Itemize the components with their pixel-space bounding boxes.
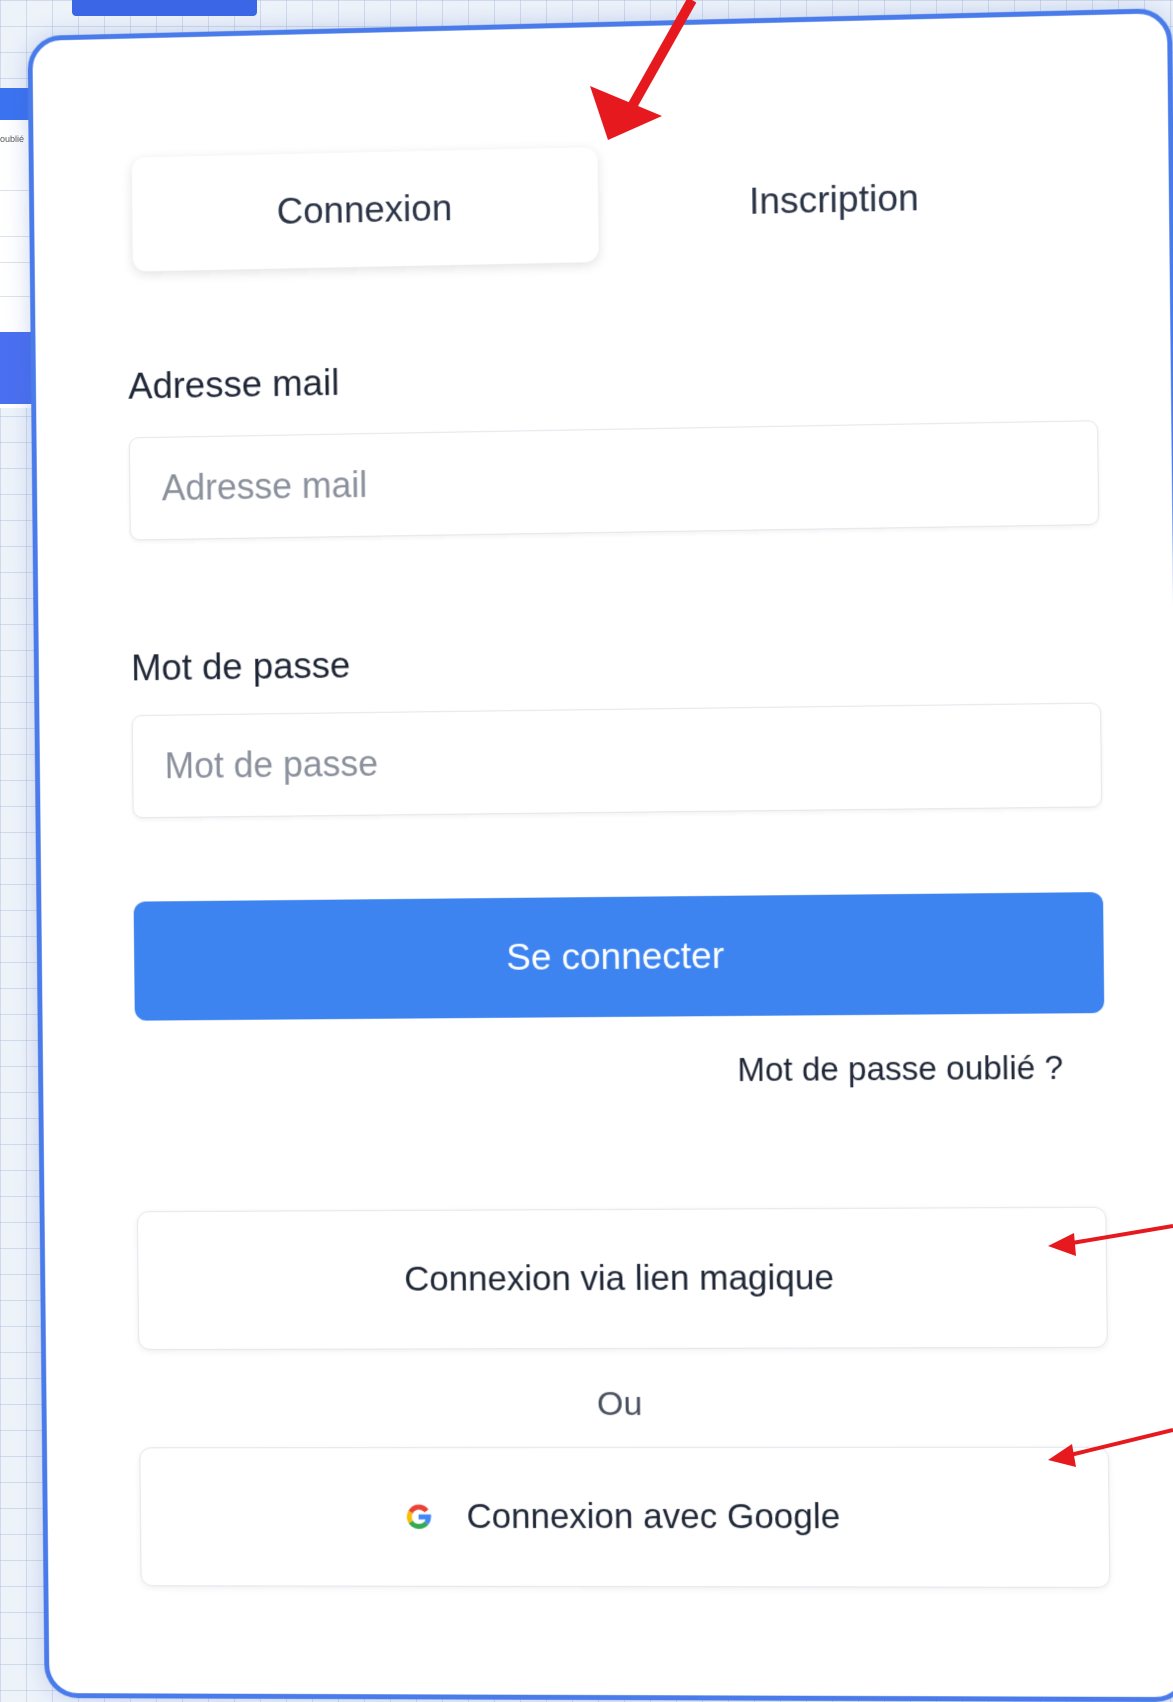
email-input[interactable] [128, 420, 1100, 541]
email-label: Adresse mail [128, 361, 340, 407]
or-separator: Ou [596, 1384, 643, 1424]
magic-link-label: Connexion via lien magique [404, 1258, 835, 1299]
password-label: Mot de passe [130, 644, 351, 689]
tab-connexion[interactable]: Connexion [131, 147, 599, 272]
tab-inscription[interactable]: Inscription [598, 136, 1072, 262]
auth-tabs: Connexion Inscription [131, 136, 1072, 272]
magic-link-button[interactable]: Connexion via lien magique [136, 1206, 1108, 1351]
password-input[interactable] [131, 702, 1103, 819]
google-icon [403, 1501, 435, 1533]
login-card: Connexion Inscription Adresse mail Mot d… [27, 7, 1173, 1702]
login-button[interactable]: Se connecter [133, 892, 1105, 1021]
background-panel-text: oublié [0, 134, 25, 144]
background-tab-fragment [72, 0, 257, 16]
google-login-label: Connexion avec Google [466, 1497, 841, 1537]
google-login-button[interactable]: Connexion avec Google [139, 1446, 1111, 1588]
forgot-password-link[interactable]: Mot de passe oublié ? [737, 1049, 1063, 1089]
